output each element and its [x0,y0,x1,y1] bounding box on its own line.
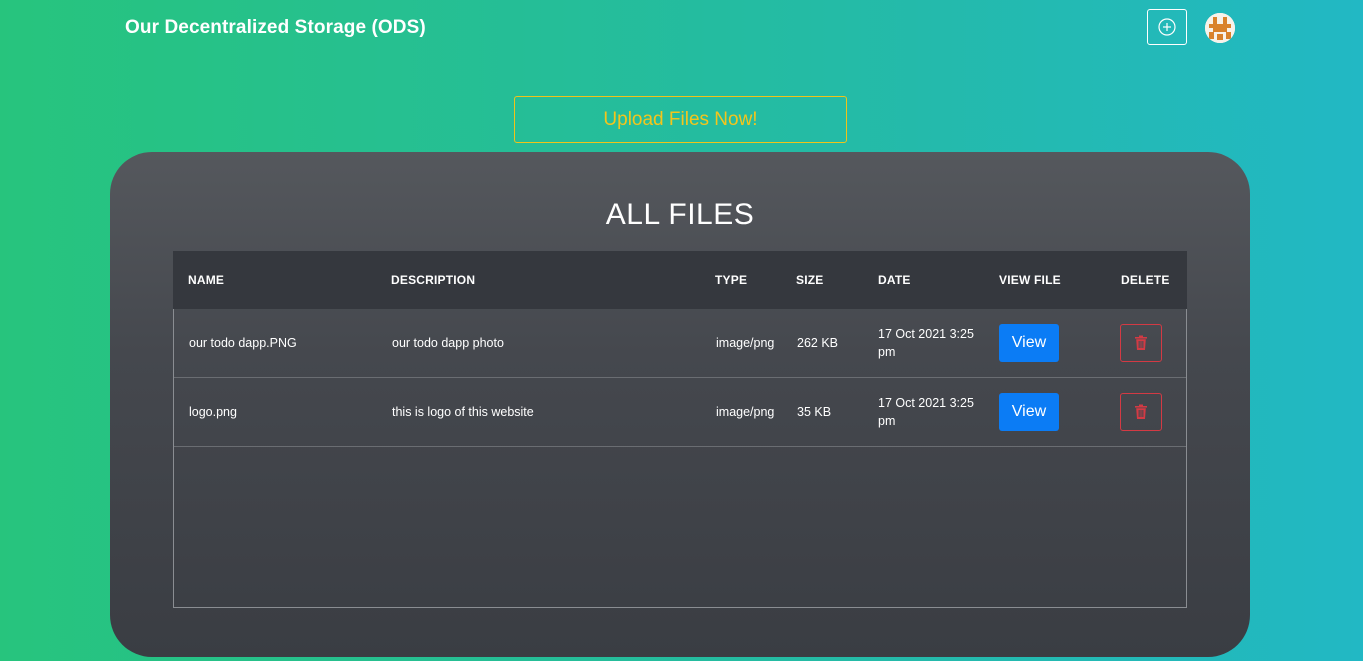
avatar[interactable] [1205,13,1235,43]
column-header-description: DESCRIPTION [391,273,476,287]
table-row: logo.png this is logo of this website im… [174,378,1186,447]
table-body: our todo dapp.PNG our todo dapp photo im… [173,309,1187,608]
files-table: NAME DESCRIPTION TYPE SIZE DATE VIEW FIL… [173,251,1187,608]
files-title: ALL FILES [605,198,755,231]
column-header-delete: DELETE [1121,273,1170,287]
add-file-button[interactable] [1147,9,1187,45]
file-date: 17 Oct 2021 3:25 pm [878,396,974,428]
file-description: our todo dapp photo [392,336,504,350]
column-header-type: TYPE [715,273,748,287]
file-name: logo.png [189,405,237,419]
app-title: Our Decentralized Storage (ODS) [125,17,426,38]
column-header-date: DATE [878,273,911,287]
identicon-avatar-icon [1205,13,1235,43]
view-file-button[interactable]: View [999,393,1059,431]
file-size: 35 KB [797,405,832,419]
view-file-button[interactable]: View [999,324,1059,362]
column-header-name: NAME [188,273,225,287]
file-name: our todo dapp.PNG [189,336,297,350]
file-date: 17 Oct 2021 3:25 pm [878,327,974,359]
delete-file-button[interactable] [1120,393,1162,431]
file-type: image/png [716,336,775,350]
files-card: ALL FILES NAME DESCRIPTION TYPE SIZE DAT… [110,152,1250,657]
file-size: 262 KB [797,336,839,350]
trash-icon [1135,335,1147,350]
column-header-view-file: VIEW FILE [999,273,1061,287]
table-row: our todo dapp.PNG our todo dapp photo im… [174,309,1186,378]
plus-circle-icon [1158,18,1176,36]
trash-icon [1135,404,1147,419]
upload-files-button[interactable]: Upload Files Now! [514,96,847,143]
file-type: image/png [716,405,775,419]
table-header: NAME DESCRIPTION TYPE SIZE DATE VIEW FIL… [173,251,1187,309]
column-header-size: SIZE [796,273,824,287]
file-description: this is logo of this website [392,405,534,419]
delete-file-button[interactable] [1120,324,1162,362]
